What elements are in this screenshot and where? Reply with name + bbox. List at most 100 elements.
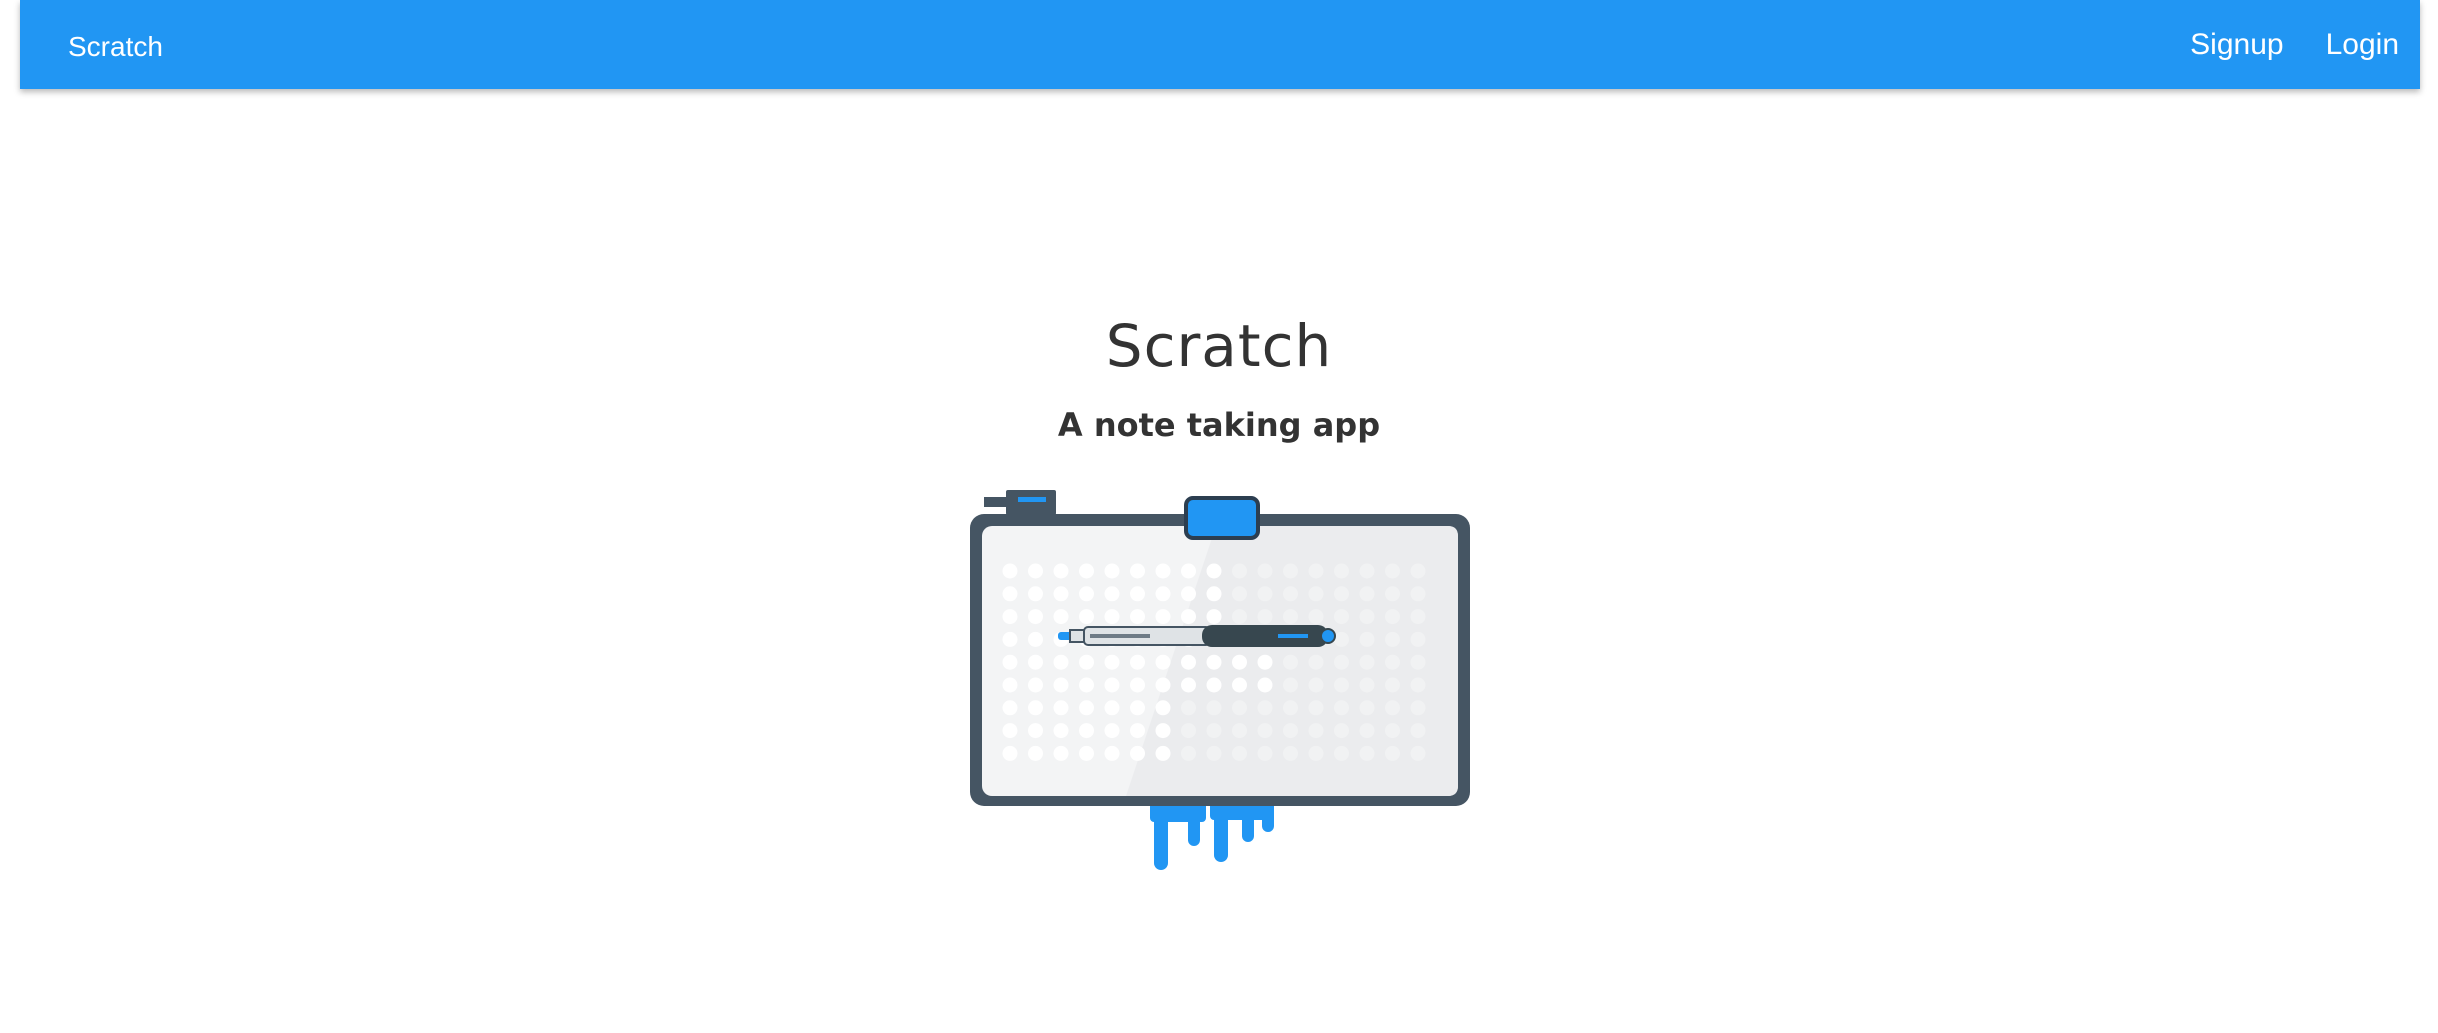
grid-dot: [1232, 700, 1247, 716]
grid-dot: [1079, 723, 1094, 739]
grid-dot: [1104, 745, 1120, 761]
grid-dot: [1385, 723, 1400, 739]
grid-dot: [1079, 745, 1094, 761]
brand-link[interactable]: Scratch: [68, 31, 163, 63]
grid-dot: [1206, 654, 1222, 670]
grid-dot: [1410, 563, 1426, 579]
grid-dot: [1130, 745, 1145, 761]
grid-dot: [1257, 677, 1273, 693]
grid-dot: [1283, 700, 1298, 716]
grid-dot: [1410, 631, 1426, 647]
grid-dot: [1206, 609, 1222, 625]
grid-dot: [1232, 654, 1247, 670]
grid-dot: [1334, 700, 1349, 716]
grid-dot: [1181, 563, 1196, 579]
grid-dot: [1104, 609, 1120, 625]
grid-dot: [1283, 609, 1298, 625]
grid-dot: [1028, 609, 1043, 625]
grid-dot: [1104, 654, 1120, 670]
grid-dot: [1410, 586, 1426, 602]
grid-dot: [1410, 654, 1426, 670]
grid-dot: [1232, 745, 1247, 761]
grid-dot: [1155, 654, 1171, 670]
grid-dot: [1308, 677, 1324, 693]
grid-dot: [1028, 745, 1043, 761]
grid-dot: [1359, 654, 1375, 670]
grid-dot: [1385, 677, 1400, 693]
page-subtitle: A note taking app: [1057, 406, 1381, 444]
grid-dot: [1053, 745, 1069, 761]
grid-dot: [1359, 677, 1375, 693]
grid-dot: [1308, 700, 1324, 716]
grid-dot: [1155, 677, 1171, 693]
grid-dot: [1283, 563, 1298, 579]
grid-dot: [1079, 700, 1094, 716]
grid-dot: [1079, 654, 1094, 670]
grid-dot: [1257, 586, 1273, 602]
grid-dot: [1334, 677, 1349, 693]
drip-illustration: [1150, 800, 1274, 870]
grid-dot: [1257, 609, 1273, 625]
grid-dot: [1130, 563, 1145, 579]
grid-dot: [1130, 677, 1145, 693]
grid-dot: [1104, 563, 1120, 579]
grid-dot: [1283, 586, 1298, 602]
grid-dot: [1206, 723, 1222, 739]
grid-dot: [1359, 563, 1375, 579]
grid-dot: [1308, 723, 1324, 739]
usb-clip-icon: [984, 490, 1056, 515]
grid-dot: [1130, 586, 1145, 602]
grid-dot: [1155, 586, 1171, 602]
grid-dot: [1079, 586, 1094, 602]
grid-dot: [1053, 563, 1069, 579]
grid-dot: [1232, 586, 1247, 602]
grid-dot: [1130, 700, 1145, 716]
grid-dot: [1385, 700, 1400, 716]
nav-links: Signup Login: [2169, 0, 2420, 89]
grid-dot: [1053, 700, 1069, 716]
login-link[interactable]: Login: [2305, 0, 2420, 89]
grid-dot: [1232, 723, 1247, 739]
grid-dot: [1334, 631, 1349, 647]
grid-dot: [1283, 723, 1298, 739]
grid-dot: [1028, 677, 1043, 693]
grid-dot: [1002, 586, 1018, 602]
grid-dot: [1206, 700, 1222, 716]
grid-dot: [1104, 677, 1120, 693]
grid-dot: [1410, 677, 1426, 693]
grid-dot: [1334, 586, 1349, 602]
grid-dot: [1079, 609, 1094, 625]
grid-dot: [1155, 745, 1171, 761]
grid-dot: [1359, 586, 1375, 602]
grid-dot: [1079, 563, 1094, 579]
grid-dot: [1002, 745, 1018, 761]
grid-dot: [1385, 654, 1400, 670]
grid-dot: [1002, 631, 1018, 647]
top-clip: [1184, 496, 1260, 540]
grid-dot: [1359, 631, 1375, 647]
grid-dot: [1155, 609, 1171, 625]
grid-dot: [1257, 654, 1273, 670]
grid-dot: [1155, 563, 1171, 579]
grid-dot: [1334, 723, 1349, 739]
grid-dot: [1257, 700, 1273, 716]
grid-dot: [1308, 609, 1324, 625]
grid-dot: [1002, 700, 1018, 716]
grid-dot: [1181, 723, 1196, 739]
notepad-illustration: [970, 490, 1470, 870]
grid-dot: [1053, 654, 1069, 670]
grid-dot: [1104, 700, 1120, 716]
grid-dot: [1206, 586, 1222, 602]
signup-link[interactable]: Signup: [2169, 0, 2304, 89]
grid-dot: [1130, 654, 1145, 670]
grid-dot: [1181, 677, 1196, 693]
grid-dot: [1385, 745, 1400, 761]
top-navbar: Scratch Signup Login: [20, 0, 2420, 89]
page-title: Scratch: [1105, 312, 1333, 380]
grid-dot: [1104, 723, 1120, 739]
grid-dot: [1232, 563, 1247, 579]
grid-dot: [1334, 563, 1349, 579]
grid-dot: [1385, 563, 1400, 579]
grid-dot: [1283, 677, 1298, 693]
grid-dot: [1410, 609, 1426, 625]
